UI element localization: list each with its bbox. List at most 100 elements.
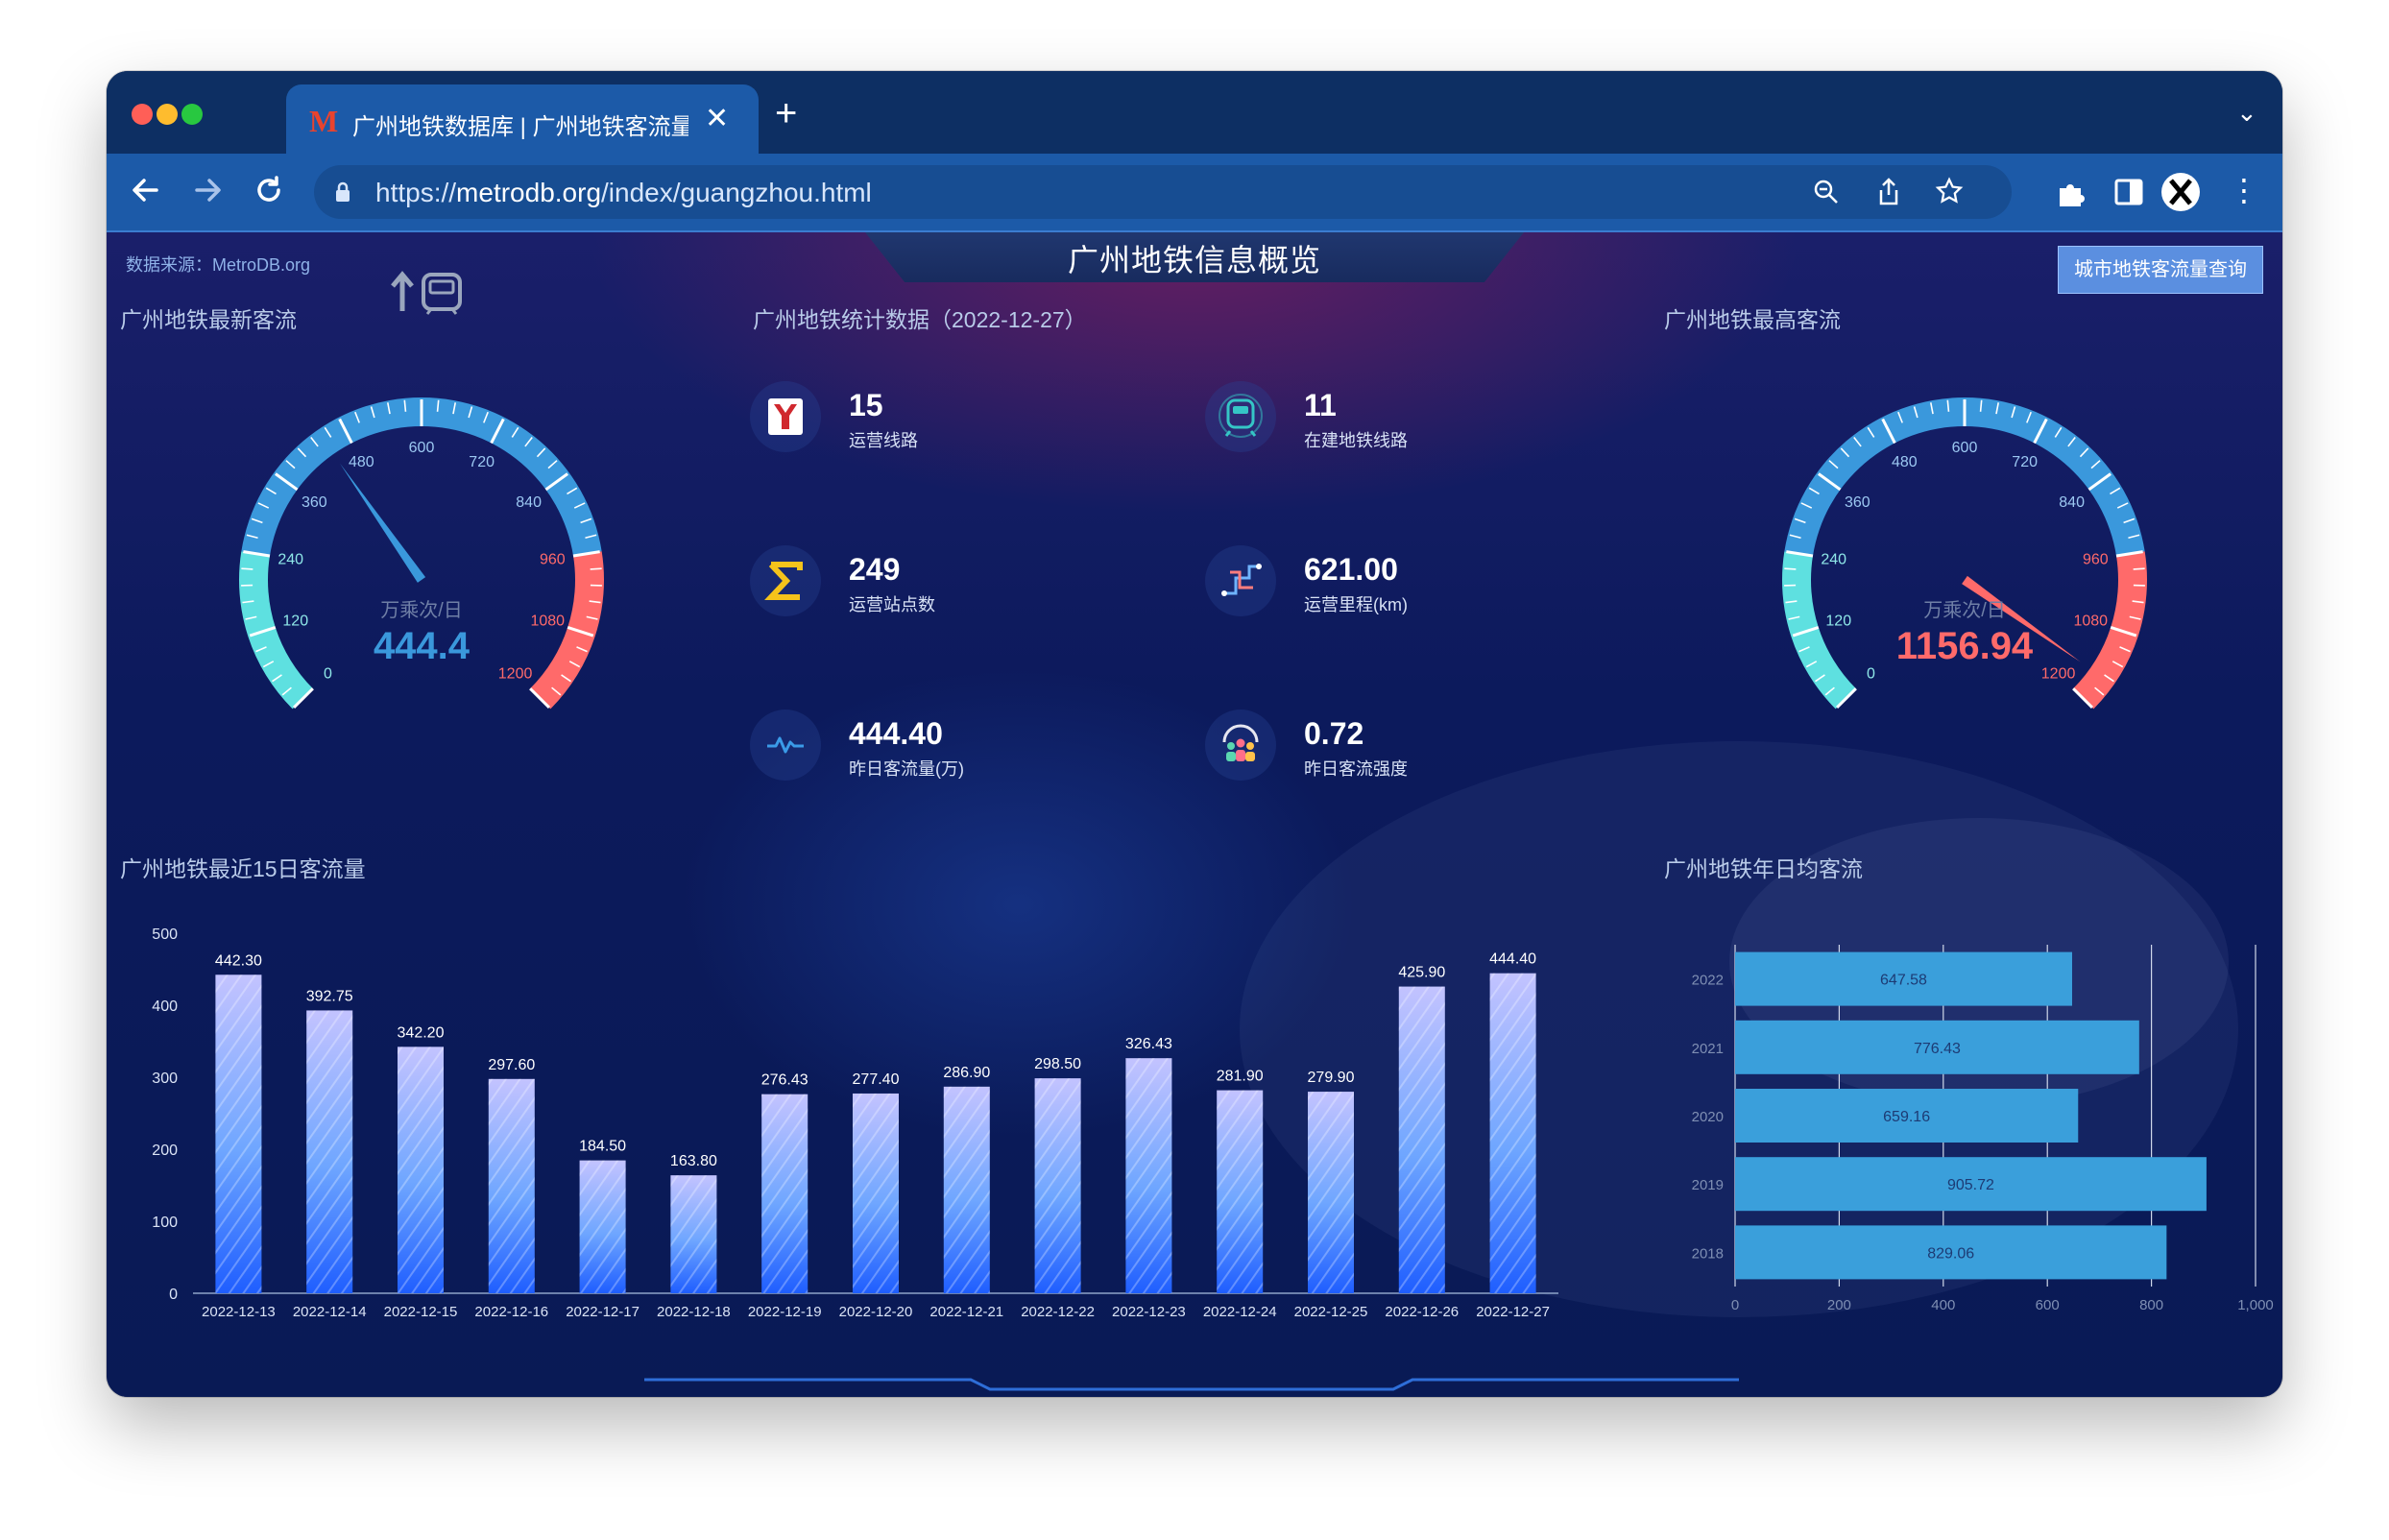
address-bar[interactable]: https://metrodb.org/index/guangzhou.html [314, 165, 2012, 219]
chart-yearly-average: 0 200 400 600 800 1,000 647.58 2022 776.43 2021 65… [1692, 945, 2274, 1313]
forward-arrow-icon [195, 179, 221, 202]
bar15-bar-hatch [488, 1078, 535, 1293]
bar15-x-tick: 2022-12-17 [566, 1304, 639, 1317]
bar15-x-tick: 2022-12-16 [474, 1304, 548, 1317]
minimize-window-button[interactable] [157, 104, 178, 125]
bar15-x-tick: 2022-12-21 [929, 1304, 1003, 1317]
reload-button[interactable] [253, 169, 285, 221]
year-x-tick: 1,000 [2237, 1297, 2274, 1313]
browser-window: M 广州地铁数据库 | 广州地铁客流量 ✕ + ⌄ https://metrod… [107, 71, 2282, 1397]
profile-avatar-icon[interactable] [2160, 171, 2202, 213]
bar15-value-label: 326.43 [1125, 1036, 1172, 1052]
year-y-tick: 2021 [1692, 1041, 1724, 1057]
year-x-tick: 0 [1731, 1297, 1739, 1313]
gauge-latest-tick-mark [403, 399, 407, 412]
bar15-value-label: 425.90 [1398, 965, 1445, 981]
gauge-highest-tick-mark [1946, 399, 1950, 412]
bar15-x-tick: 2022-12-23 [1112, 1304, 1186, 1317]
dashboard: 广州地铁信息概览 数据来源：MetroDB.org 城市地铁客流量查询 广州地铁… [107, 232, 2282, 1397]
year-value-label: 659.16 [1883, 1109, 1930, 1125]
stat-value-intensity: 0.72 [1304, 716, 1364, 751]
tab-bar: M 广州地铁数据库 | 广州地铁客流量 ✕ + ⌄ [107, 71, 2282, 154]
year-x-tick: 400 [1931, 1297, 1955, 1313]
bar15-bar-hatch [398, 1047, 444, 1293]
stat-value-stations: 249 [849, 552, 901, 587]
tab-active[interactable]: M 广州地铁数据库 | 广州地铁客流量 ✕ [286, 84, 759, 154]
year-value-label: 776.43 [1914, 1041, 1961, 1057]
bar15-x-tick: 2022-12-25 [1294, 1304, 1368, 1317]
bar15-bar-hatch [1125, 1058, 1172, 1293]
forward-button[interactable] [193, 169, 224, 221]
year-value-label: 829.06 [1927, 1245, 1974, 1262]
bar15-value-label: 184.50 [579, 1139, 626, 1155]
year-y-tick: 2019 [1692, 1177, 1724, 1193]
bar15-x-tick: 2022-12-19 [748, 1304, 822, 1317]
back-button[interactable] [130, 169, 160, 221]
gauge-highest-tick-label: 720 [2012, 454, 2038, 470]
gauge-latest-tick-label: 1200 [498, 666, 533, 683]
gauge-highest-tick-label: 600 [1952, 440, 1978, 456]
page-title: 广州地铁信息概览 [1067, 243, 1321, 277]
bookmark-star-icon[interactable] [1935, 177, 1964, 205]
gauge-highest-tick-mark [1979, 399, 1983, 412]
bar15-bar-hatch [761, 1094, 808, 1293]
reload-icon [257, 176, 280, 202]
section-title-highest: 广州地铁最高客流 [1664, 307, 1841, 332]
bar15-value-label: 298.50 [1034, 1056, 1081, 1072]
bar15-value-label: 279.90 [1308, 1070, 1355, 1086]
tab-search-chevron-icon[interactable]: ⌄ [2236, 98, 2257, 128]
metro-flow-query-button[interactable]: 城市地铁客流量查询 [2058, 246, 2263, 294]
stat-label-construction: 在建地铁线路 [1304, 431, 1408, 450]
year-y-tick: 2020 [1692, 1109, 1724, 1125]
close-window-button[interactable] [132, 104, 153, 125]
gauge-latest-band-high [530, 551, 604, 710]
bar15-value-label: 277.40 [853, 1071, 900, 1088]
bar15-x-tick: 2022-12-27 [1476, 1304, 1550, 1317]
bar15-x-tick: 2022-12-22 [1021, 1304, 1095, 1317]
year-x-tick: 800 [2139, 1297, 2163, 1313]
share-icon[interactable] [1875, 177, 1902, 207]
gauge-latest-needle [340, 463, 426, 583]
section-title-latest: 广州地铁最新客流 [120, 307, 297, 332]
year-value-label: 647.58 [1880, 973, 1927, 989]
gauge-highest-value: 1156.94 [1896, 625, 2034, 667]
gauge-latest-tick-label: 360 [302, 494, 327, 511]
bar15-x-tick: 2022-12-15 [384, 1304, 458, 1317]
new-tab-button[interactable]: + [775, 92, 797, 135]
gauge-highest-tick-label: 480 [1892, 454, 1918, 470]
zoom-icon[interactable] [1812, 178, 1841, 206]
year-x-tick: 200 [1827, 1297, 1851, 1313]
gauge-highest-tick-label: 360 [1845, 494, 1870, 511]
gauge-highest-band-low [1782, 551, 1856, 710]
tab-close-icon[interactable]: ✕ [705, 102, 729, 135]
metro-up-arrow-icon [391, 271, 462, 315]
maximize-window-button[interactable] [181, 104, 203, 125]
gauge-latest-tick-mark [241, 567, 253, 570]
train-icon [1205, 381, 1276, 452]
gauge-latest-tick-mark [436, 399, 440, 412]
data-source-label: 数据来源：MetroDB.org [126, 255, 311, 275]
bar15-bar-hatch [1308, 1092, 1354, 1293]
bar15-value-label: 442.30 [215, 952, 262, 969]
gauge-latest-tick-label: 240 [278, 551, 303, 567]
stat-label-intensity: 昨日客流强度 [1304, 759, 1408, 779]
browser-menu-icon[interactable]: ⋮ [2229, 169, 2259, 211]
bar15-value-label: 392.75 [306, 988, 353, 1004]
section-title-yearly: 广州地铁年日均客流 [1664, 856, 1863, 881]
bar15-y-tick: 300 [152, 1071, 178, 1087]
bar15-x-tick: 2022-12-24 [1203, 1304, 1277, 1317]
gauge-latest-unit: 万乘次/日 [380, 599, 463, 621]
bar15-bar-hatch [306, 1010, 353, 1293]
tab-title: 广州地铁数据库 | 广州地铁客流量 [352, 114, 688, 140]
gauge-latest-tick-label: 960 [540, 551, 566, 567]
bar15-x-tick: 2022-12-20 [839, 1304, 913, 1317]
side-panel-icon[interactable] [2113, 177, 2144, 207]
gauge-highest-unit: 万乘次/日 [1923, 599, 2006, 621]
bar15-value-label: 276.43 [761, 1072, 808, 1089]
bar15-y-tick: 500 [152, 926, 178, 943]
gauge-latest-tick-label: 840 [516, 494, 542, 511]
bar15-bar-hatch [853, 1093, 899, 1293]
stat-label-mileage: 运营里程(km) [1304, 595, 1408, 614]
extensions-puzzle-icon[interactable] [2056, 177, 2088, 209]
bar15-x-tick: 2022-12-13 [202, 1304, 276, 1317]
